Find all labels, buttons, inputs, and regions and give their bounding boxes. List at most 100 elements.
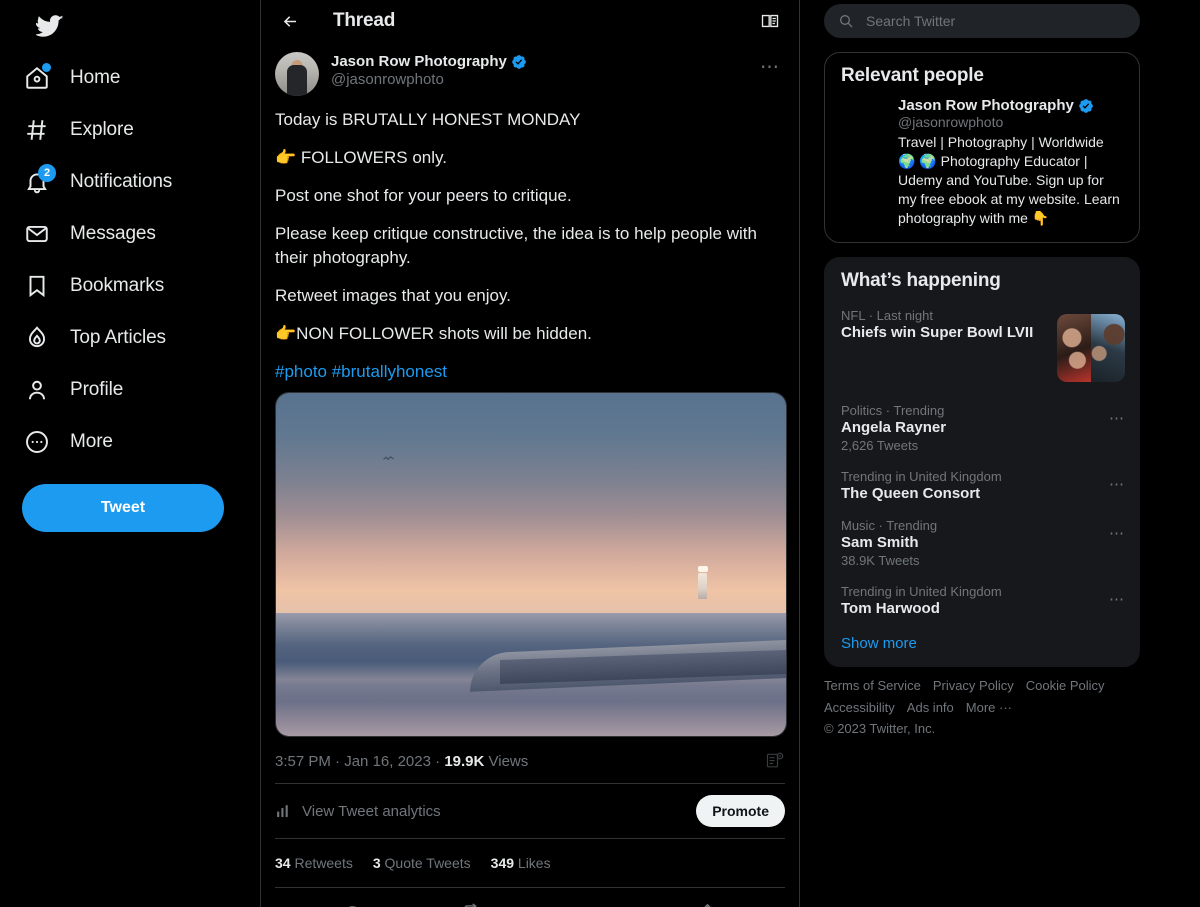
sidebar-item-bookmarks[interactable]: Bookmarks	[0, 260, 180, 312]
likes-stat[interactable]: 349 Likes	[491, 855, 551, 871]
person-handle[interactable]: @jasonrowphoto	[898, 114, 1123, 130]
analytics-bars-icon	[275, 803, 292, 820]
views-label: Views	[489, 753, 529, 770]
home-badge-dot	[42, 63, 51, 72]
bookmark-icon	[22, 271, 52, 301]
envelope-icon	[22, 219, 52, 249]
author-handle[interactable]: @jasonrowphoto	[331, 71, 743, 88]
sidebar-item-label: More	[70, 431, 113, 453]
trend-more-icon[interactable]: ⋯	[1109, 590, 1125, 608]
footer-link-privacy[interactable]: Privacy Policy	[933, 678, 1014, 693]
avatar[interactable]	[841, 97, 887, 143]
trend-item[interactable]: Politics · Trending Angela Rayner 2,626 …	[825, 397, 1139, 463]
like-heart-icon[interactable]	[530, 902, 649, 907]
sidebar-item-more[interactable]: More	[0, 416, 129, 468]
trend-name: Angela Rayner	[841, 419, 1123, 436]
person-icon	[22, 375, 52, 405]
flame-icon	[22, 323, 52, 353]
trend-name: Tom Harwood	[841, 600, 1123, 617]
sidebar-item-top-articles[interactable]: Top Articles	[0, 312, 182, 364]
retweets-label: Retweets	[294, 855, 352, 871]
whats-happening-title: What’s happening	[825, 258, 1139, 302]
footer-link-terms[interactable]: Terms of Service	[824, 678, 921, 693]
trend-more-icon[interactable]: ⋯	[1109, 409, 1125, 427]
author-names: Jason Row Photography @jasonrowphoto	[331, 52, 743, 88]
footer-link-cookie[interactable]: Cookie Policy	[1026, 678, 1105, 693]
more-options-icon[interactable]: ⋯	[755, 52, 785, 82]
tweet-timestamp: 3:57 PM · Jan 16, 2023 · 19.9K Views	[275, 753, 528, 770]
reader-mode-icon[interactable]	[755, 6, 785, 36]
trend-category: Music · Trending	[841, 518, 1123, 533]
sidebar-item-label: Bookmarks	[70, 275, 164, 297]
quote-tweets-label: Quote Tweets	[385, 855, 471, 871]
sidebar-item-explore[interactable]: Explore	[0, 104, 150, 156]
trend-more-icon[interactable]: ⋯	[1109, 475, 1125, 493]
thread-column: Thread Jason Row Photography @jason	[260, 0, 800, 907]
avatar[interactable]	[275, 52, 319, 96]
view-tweet-analytics-link[interactable]: View Tweet analytics	[275, 803, 441, 820]
views-count: 19.9K	[444, 753, 484, 770]
footer-link-ads-info[interactable]: Ads info	[907, 700, 954, 715]
tweet-paragraph: Post one shot for your peers to critique…	[275, 184, 785, 208]
whats-happening-panel: What’s happening NFL · Last night Chiefs…	[824, 257, 1140, 667]
retweets-count: 34	[275, 855, 291, 871]
hashtag-icon	[22, 115, 52, 145]
footer-links: Terms of Service Privacy Policy Cookie Pol…	[824, 667, 1140, 736]
search-input[interactable]	[866, 13, 1126, 29]
trend-count: 2,626 Tweets	[841, 438, 1123, 453]
footer-link-accessibility[interactable]: Accessibility	[824, 700, 895, 715]
sidebar-item-profile[interactable]: Profile	[0, 364, 139, 416]
trend-thumbnail[interactable]	[1057, 314, 1125, 382]
quote-tweets-stat[interactable]: 3 Quote Tweets	[373, 855, 471, 871]
relevant-person[interactable]: Jason Row Photography @jasonrowphoto Tra…	[825, 97, 1139, 242]
nav-list: Home Explore 2 Notifications Messa	[0, 52, 260, 468]
likes-count: 349	[491, 855, 514, 871]
trend-category: Trending in United Kingdom	[841, 584, 1123, 599]
bell-icon: 2	[22, 167, 52, 197]
tweet-meta-row: 3:57 PM · Jan 16, 2023 · 19.9K Views	[275, 751, 785, 783]
show-more-link[interactable]: Show more	[825, 627, 1139, 666]
trend-item[interactable]: Trending in United Kingdom Tom Harwood ⋯	[825, 578, 1139, 627]
trend-category: Trending in United Kingdom	[841, 469, 1123, 484]
sidebar-item-notifications[interactable]: 2 Notifications	[0, 156, 188, 208]
tweet-stats-row: 34 Retweets 3 Quote Tweets 349 Likes	[275, 839, 785, 887]
promote-button[interactable]: Promote	[696, 795, 785, 827]
retweets-stat[interactable]: 34 Retweets	[275, 855, 353, 871]
author-name[interactable]: Jason Row Photography	[331, 53, 507, 70]
thread-header: Thread	[261, 0, 799, 42]
person-bio: Travel | Photography | Worldwide 🌍 🌍 Pho…	[898, 133, 1123, 228]
left-navigation: Home Explore 2 Notifications Messa	[0, 0, 260, 907]
notifications-badge: 2	[38, 164, 56, 182]
right-sidebar: Relevant people Jason Row Photography @j…	[800, 0, 1200, 907]
tweet-photo[interactable]	[275, 392, 787, 737]
image-description-icon[interactable]	[765, 751, 785, 771]
tweet-hashtags[interactable]: #photo #brutallyhonest	[275, 360, 785, 384]
sidebar-item-label: Messages	[70, 223, 156, 245]
share-icon[interactable]	[649, 902, 768, 907]
tweet-button[interactable]: Tweet	[22, 484, 224, 532]
twitter-bird-icon[interactable]	[22, 0, 78, 52]
trend-item[interactable]: Trending in United Kingdom The Queen Con…	[825, 463, 1139, 512]
home-icon	[22, 63, 52, 93]
person-name[interactable]: Jason Row Photography	[898, 97, 1074, 114]
twitter-app: Home Explore 2 Notifications Messa	[0, 0, 1200, 907]
sidebar-item-home[interactable]: Home	[0, 52, 136, 104]
trend-more-icon[interactable]: ⋯	[1109, 524, 1125, 542]
tweet-paragraph: Today is BRUTALLY HONEST MONDAY	[275, 108, 785, 132]
copyright-text: © 2023 Twitter, Inc.	[824, 721, 1138, 736]
photo-bird	[383, 448, 394, 453]
search-bar[interactable]	[824, 4, 1140, 38]
retweet-icon[interactable]	[412, 902, 531, 907]
trend-item[interactable]: Music · Trending Sam Smith 38.9K Tweets …	[825, 512, 1139, 578]
tweet-paragraph: Please keep critique constructive, the i…	[275, 222, 785, 270]
trend-item[interactable]: NFL · Last night Chiefs win Super Bowl L…	[825, 302, 1139, 397]
back-arrow-icon[interactable]	[275, 6, 305, 36]
trend-category: Politics · Trending	[841, 403, 1123, 418]
meta-sep2: ·	[435, 753, 440, 770]
photo-lighthouse-lamp	[698, 566, 708, 572]
sidebar-item-messages[interactable]: Messages	[0, 208, 172, 260]
footer-link-more[interactable]: More ···	[966, 700, 1012, 715]
reply-icon[interactable]	[293, 902, 412, 907]
sidebar-item-label: Notifications	[70, 171, 172, 193]
photo-sky	[276, 393, 786, 613]
